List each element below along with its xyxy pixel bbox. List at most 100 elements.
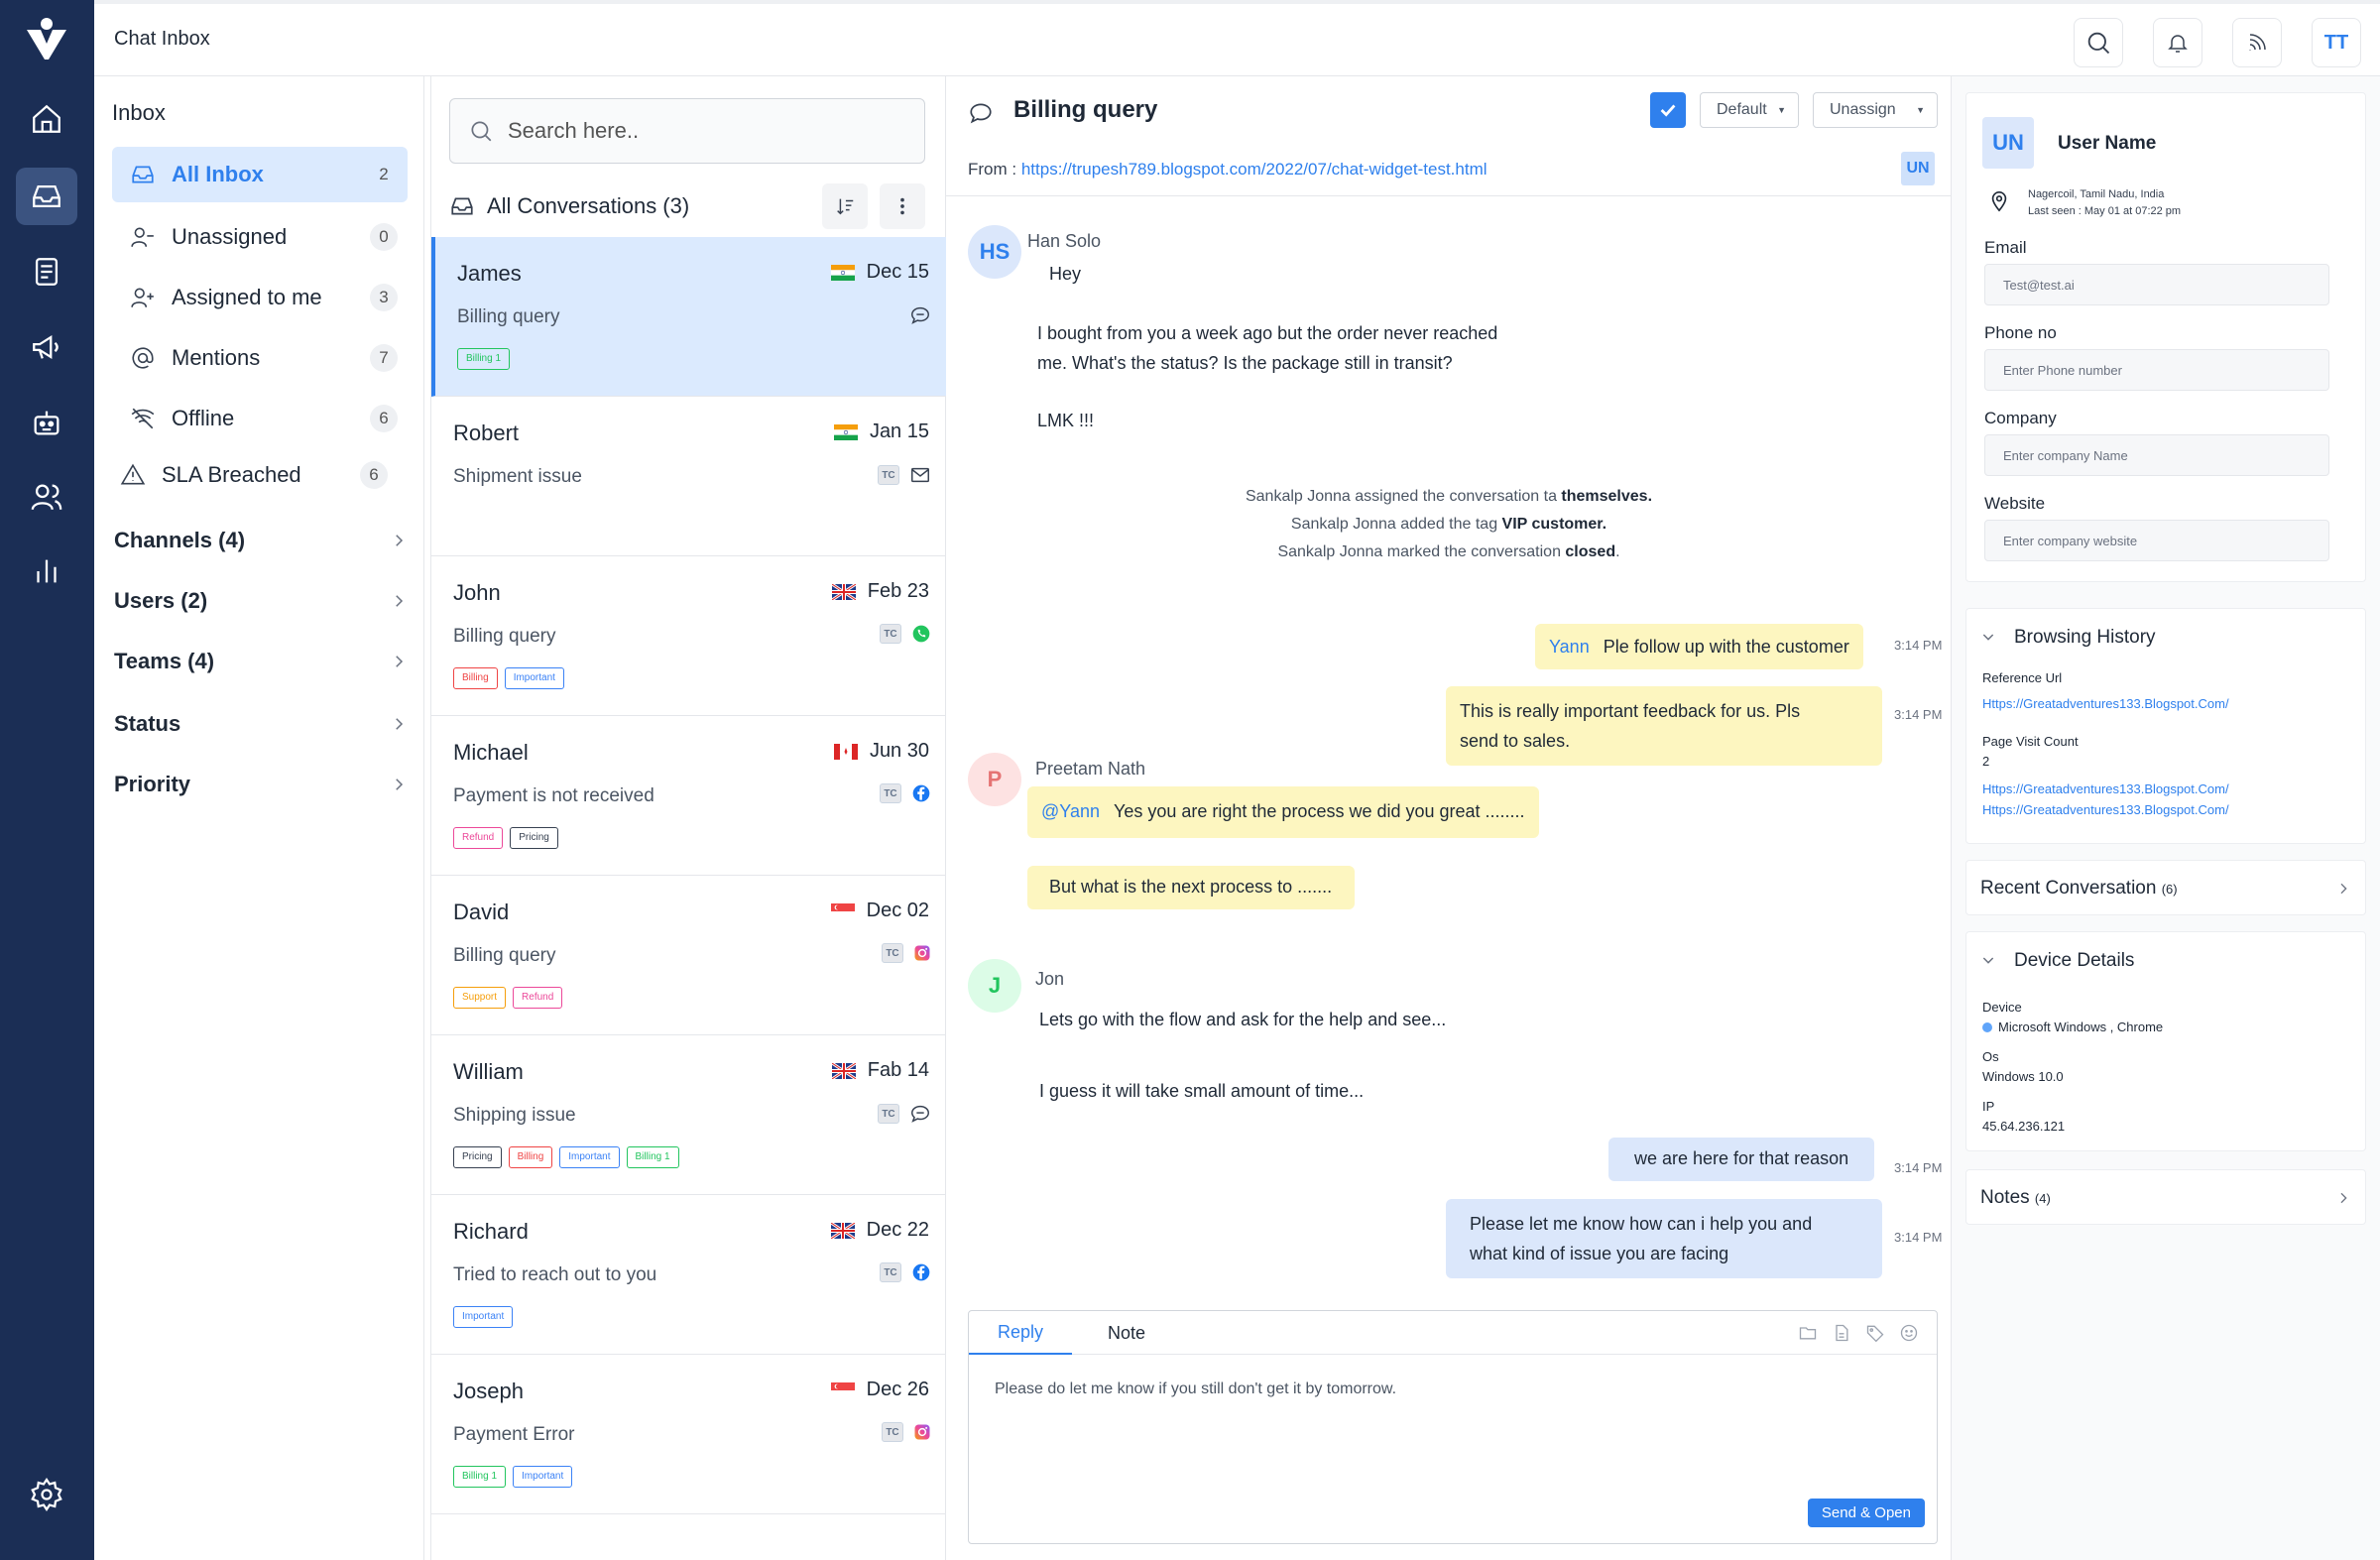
- timestamp: 3:14 PM: [1894, 638, 1943, 653]
- browsing-history-title: Browsing History: [2014, 627, 2156, 648]
- location-pin-icon: [1988, 190, 2010, 212]
- conversation-item[interactable]: Michael Jun 30 Payment is not received T…: [431, 716, 947, 876]
- megaphone-icon[interactable]: [16, 318, 77, 376]
- conversation-date-row: Dec 02: [830, 900, 929, 922]
- notes-count: (4): [2034, 1191, 2051, 1206]
- conversation-item[interactable]: James Dec 15 Billing query Billing 1: [431, 237, 947, 397]
- section-priority[interactable]: Priority: [114, 765, 408, 804]
- company-label: Company: [1984, 409, 2057, 427]
- notification-button[interactable]: [2153, 18, 2202, 67]
- notes-card[interactable]: Notes (4): [1965, 1169, 2366, 1225]
- emoji-icon[interactable]: [1899, 1323, 1919, 1343]
- contact-card: UN User Name Nagercoil, Tamil Nadu, Indi…: [1965, 92, 2366, 582]
- message-text: we are here for that reason: [1634, 1148, 1849, 1168]
- inbox-item-assigned[interactable]: Assigned to me 3: [112, 270, 408, 325]
- message-text: what kind of issue you are facing: [1470, 1244, 1729, 1263]
- dropdown-value: Unassign: [1830, 101, 1896, 118]
- tag-list: Support Refund: [453, 987, 569, 1009]
- os-value: Windows 10.0: [1982, 1069, 2064, 1084]
- inbox-item-sla[interactable]: SLA Breached 6: [102, 447, 398, 503]
- chevron-right-icon: [2335, 881, 2351, 897]
- resolve-checkbox[interactable]: [1650, 92, 1686, 128]
- tag-badge: Refund: [513, 987, 563, 1009]
- sort-icon: [837, 198, 854, 215]
- sort-button[interactable]: [822, 183, 868, 229]
- analytics-icon[interactable]: [16, 542, 77, 600]
- conversation-meta: TC: [878, 1103, 931, 1125]
- tab-reply[interactable]: Reply: [969, 1311, 1072, 1355]
- conversation-date-row: Jan 15: [833, 420, 929, 443]
- chevron-down-icon[interactable]: [1980, 952, 1996, 968]
- all-conversations-header: All Conversations (3): [449, 181, 925, 231]
- email-field[interactable]: Test@test.ai: [1984, 264, 2329, 305]
- more-options-button[interactable]: [880, 183, 925, 229]
- conversation-item[interactable]: Joseph Dec 26 Payment Error TC Billing 1…: [431, 1355, 947, 1514]
- chat-bubble-icon: [968, 100, 994, 126]
- website-field[interactable]: Enter company website: [1984, 520, 2329, 561]
- section-teams[interactable]: Teams (4): [114, 642, 408, 681]
- search-button[interactable]: [2074, 18, 2123, 67]
- tab-note[interactable]: Note: [1072, 1311, 1181, 1355]
- logo-icon[interactable]: [23, 16, 70, 63]
- settings-icon[interactable]: [16, 1466, 77, 1523]
- search-input[interactable]: [508, 118, 904, 144]
- mention-link[interactable]: @Yann: [1041, 801, 1100, 821]
- system-event: Sankalp Jonna added the tag VIP customer…: [946, 511, 1952, 539]
- bot-icon[interactable]: [16, 394, 77, 451]
- device-value-row: Microsoft Windows , Chrome: [1982, 1020, 2163, 1034]
- assign-dropdown[interactable]: Unassign ▼: [1813, 92, 1938, 128]
- inbox-item-unassigned[interactable]: Unassigned 0: [112, 209, 408, 265]
- ip-label: IP: [1982, 1099, 1995, 1114]
- page-visit-label: Page Visit Count: [1982, 734, 2079, 749]
- tag-badge: Pricing: [510, 827, 558, 849]
- users-icon[interactable]: [16, 468, 77, 526]
- more-vertical-icon: [900, 197, 904, 215]
- conversation-item[interactable]: John Feb 23 Billing query TC Billing Impo…: [431, 556, 947, 716]
- section-label: Channels (4): [114, 528, 246, 552]
- notes-icon[interactable]: [16, 243, 77, 300]
- company-field[interactable]: Enter company Name: [1984, 434, 2329, 476]
- folder-icon[interactable]: [1798, 1323, 1818, 1343]
- section-users[interactable]: Users (2): [114, 581, 408, 621]
- reference-url-link[interactable]: Https://Greatadventures133.Blogspot.Com/: [1982, 696, 2229, 711]
- section-channels[interactable]: Channels (4): [114, 521, 408, 560]
- flag-icon: [831, 1062, 868, 1079]
- phone-field[interactable]: Enter Phone number: [1984, 349, 2329, 391]
- flag-icon: [833, 423, 870, 440]
- inbox-item-offline[interactable]: Offline 6: [112, 391, 408, 446]
- system-event: Sankalp Jonna assigned the conversation …: [946, 483, 1952, 511]
- conversation-item[interactable]: Robert Jan 15 Shipment issue TC: [431, 397, 947, 556]
- team-badge: TC: [882, 1422, 903, 1442]
- visited-url-link[interactable]: Https://Greatadventures133.Blogspot.Com/: [1982, 802, 2229, 817]
- conversation-item[interactable]: Richard Dec 22 Tried to reach out to you…: [431, 1195, 947, 1355]
- from-url-link[interactable]: https://trupesh789.blogspot.com/2022/07/…: [1021, 160, 1488, 179]
- tag-icon[interactable]: [1865, 1323, 1885, 1343]
- visited-url-link[interactable]: Https://Greatadventures133.Blogspot.Com/: [1982, 781, 2229, 796]
- user-avatar-button[interactable]: TT: [2312, 18, 2361, 67]
- chat-title: Billing query: [1013, 96, 1158, 123]
- conversation-item[interactable]: William Fab 14 Shipping issue TC Pricing…: [431, 1035, 947, 1195]
- recent-conversation-card[interactable]: Recent Conversation (6): [1965, 860, 2366, 915]
- composer-text[interactable]: Please do let me know if you still don't…: [995, 1380, 1396, 1398]
- conversation-subject: Billing query: [457, 306, 560, 327]
- tag-badge: Important: [513, 1466, 573, 1488]
- instagram-icon: [913, 1423, 931, 1441]
- document-icon[interactable]: [1832, 1323, 1851, 1343]
- chevron-down-icon[interactable]: [1980, 629, 1996, 645]
- whatsapp-icon: [911, 624, 931, 644]
- system-event-text: .: [1615, 543, 1620, 560]
- contact-name: Robert: [453, 420, 520, 445]
- priority-dropdown[interactable]: Default ▼: [1700, 92, 1799, 128]
- inbox-icon[interactable]: [16, 168, 77, 225]
- section-status[interactable]: Status: [114, 704, 408, 744]
- user-badge[interactable]: UN: [1901, 152, 1935, 185]
- home-icon[interactable]: [16, 90, 77, 148]
- conversation-subject: Billing query: [453, 626, 556, 647]
- inbox-item-all[interactable]: All Inbox 2: [112, 147, 408, 202]
- inbox-item-mentions[interactable]: Mentions 7: [112, 330, 408, 386]
- connection-button[interactable]: [2232, 18, 2282, 67]
- send-open-button[interactable]: Send & Open: [1807, 1499, 1925, 1527]
- conversation-item[interactable]: David Dec 02 Billing query TC Support Ref…: [431, 876, 947, 1035]
- website-label: Website: [1984, 494, 2046, 513]
- conversation-date: Jun 30: [869, 740, 929, 762]
